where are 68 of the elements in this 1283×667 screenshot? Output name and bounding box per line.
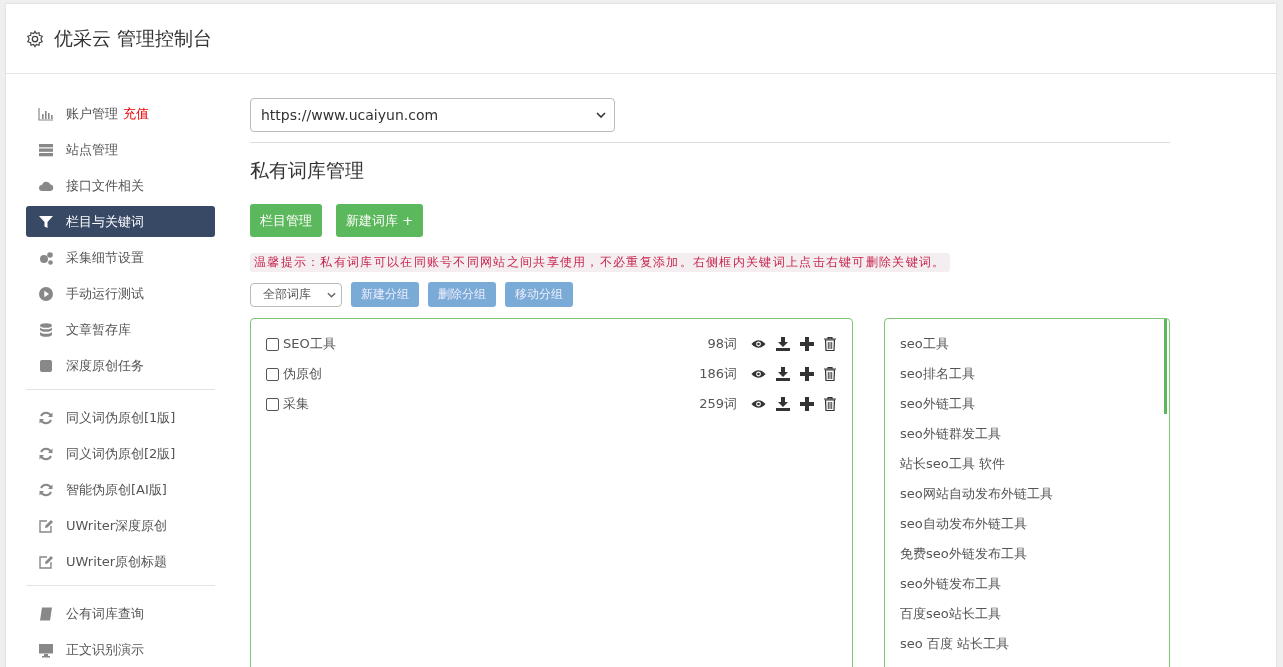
download-icon[interactable] <box>776 337 790 351</box>
section-heading: 私有词库管理 <box>250 158 365 183</box>
keyword-item[interactable]: seo 百度 站长工具 <box>900 629 1169 659</box>
download-icon[interactable] <box>776 397 790 411</box>
tip-text: 温馨提示：私有词库可以在同账号不同网站之间共享使用，不必重复添加。右侧框内关键词上点击右键可删除关键词。 <box>250 253 950 272</box>
trash-icon[interactable] <box>824 367 836 381</box>
plus-icon[interactable] <box>800 337 814 351</box>
library-checkbox[interactable] <box>266 367 279 381</box>
keyword-item[interactable]: seo网站自动发布外链工具 <box>900 479 1169 509</box>
eye-icon[interactable] <box>751 339 766 349</box>
library-name[interactable]: 伪原创 <box>283 365 690 383</box>
sync-icon <box>38 481 54 498</box>
sidebar-item[interactable]: 同义词伪原创[2版] <box>26 438 215 469</box>
sidebar-item[interactable]: UWriter原创标题 <box>26 546 215 577</box>
library-name[interactable]: SEO工具 <box>283 335 698 353</box>
word-count: 98词 <box>707 335 737 353</box>
sync-icon <box>38 409 54 426</box>
sidebar-item[interactable]: 公有词库查询 <box>26 598 215 629</box>
keyword-item[interactable]: 百度seo站长工具 <box>900 599 1169 629</box>
trash-icon[interactable] <box>824 397 836 411</box>
sidebar-item[interactable]: 采集细节设置 <box>26 242 215 273</box>
site-select[interactable]: https://www.ucaiyun.com <box>250 98 615 132</box>
recharge-link[interactable]: 充值 <box>123 104 149 123</box>
chevron-icon <box>596 112 606 118</box>
server-icon <box>38 141 54 158</box>
sync-icon <box>38 445 54 462</box>
sidebar-item[interactable]: 正文识别演示 <box>26 634 215 665</box>
scrollbar-thumb[interactable] <box>1164 319 1167 414</box>
sidebar-item[interactable]: 智能伪原创[AI版] <box>26 474 215 505</box>
keyword-item[interactable]: seo外链发布工具 <box>900 569 1169 599</box>
sidebar-item[interactable]: UWriter深度原创 <box>26 510 215 541</box>
play-icon <box>38 285 54 302</box>
edit-icon <box>38 517 54 534</box>
plus-icon[interactable] <box>800 397 814 411</box>
sidebar-item[interactable]: 同义词伪原创[1版] <box>26 402 215 433</box>
sidebar-item[interactable]: 栏目与关键词 <box>26 206 215 237</box>
sidebar-item[interactable]: 账户管理 充值 <box>26 98 215 129</box>
eye-icon[interactable] <box>751 399 766 409</box>
keyword-item[interactable]: seo外链群发工具 <box>900 419 1169 449</box>
settings-icon <box>26 29 44 48</box>
keyword-item[interactable]: seo排名工具 <box>900 359 1169 389</box>
sidebar-item[interactable]: 深度原创任务 <box>26 350 215 381</box>
library-checkbox[interactable] <box>266 397 279 411</box>
sidebar-item[interactable]: 手动运行测试 <box>26 278 215 309</box>
keyword-item[interactable]: seo自动发布外链工具 <box>900 509 1169 539</box>
window-title: 优采云 管理控制台 <box>54 25 213 51</box>
sidebar-item[interactable]: 接口文件相关 <box>26 170 215 201</box>
keyword-item[interactable]: seo工具 <box>900 329 1169 359</box>
chart-icon <box>38 105 54 122</box>
sidebar-item[interactable]: 站点管理 <box>26 134 215 165</box>
sidebar-item[interactable]: 文章暂存库 <box>26 314 215 345</box>
word-count: 186词 <box>699 365 737 383</box>
keyword-item[interactable]: 免费seo外链发布工具 <box>900 539 1169 569</box>
download-icon[interactable] <box>776 367 790 381</box>
library-name[interactable]: 采集 <box>283 395 690 413</box>
db-icon <box>38 321 54 338</box>
edit-icon <box>38 553 54 570</box>
word-count: 259词 <box>699 395 737 413</box>
trash-icon[interactable] <box>824 337 836 351</box>
monitor-icon <box>38 641 54 658</box>
chevron-icon <box>327 291 336 298</box>
keyword-item[interactable]: seo外链工具 <box>900 389 1169 419</box>
plus-icon[interactable] <box>800 367 814 381</box>
filter-icon <box>38 213 54 230</box>
eye-icon[interactable] <box>751 369 766 379</box>
keyword-item[interactable]: 站长seo工具 软件 <box>900 449 1169 479</box>
group-select[interactable]: 全部词库 <box>250 282 342 307</box>
library-checkbox[interactable] <box>266 337 279 351</box>
